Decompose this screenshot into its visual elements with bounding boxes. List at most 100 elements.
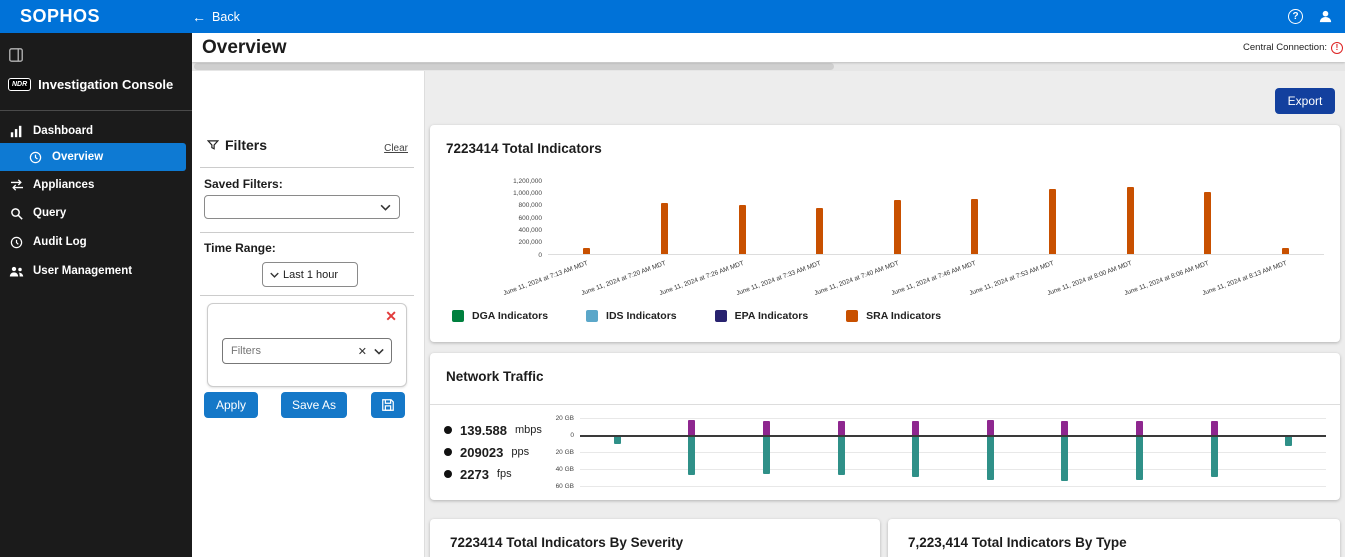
legend-swatch <box>715 310 727 322</box>
traffic-bar[interactable] <box>763 437 770 474</box>
y-tick-label: 600,000 <box>519 215 543 222</box>
filter-criteria-card: ✕ ✕ <box>207 303 407 387</box>
charts-area: Export 7223414 Total Indicators 1,200,00… <box>425 71 1345 557</box>
y-tick-label: 0 <box>570 432 574 439</box>
legend-label: SRA Indicators <box>866 310 941 322</box>
sidebar-item-dashboard[interactable]: Dashboard <box>0 117 192 145</box>
scrollbar-thumb[interactable] <box>194 63 834 70</box>
x-tick-label: June 11, 2024 at 7:20 AM MDT <box>580 260 666 297</box>
network-stats: 139.588 mbps 209023 pps 2273 fps <box>444 419 542 485</box>
page-header: Overview Central Connection: ! <box>192 33 1345 62</box>
user-account-icon[interactable] <box>1318 9 1333 24</box>
indicators-by-type-card: 7,223,414 Total Indicators By Type <box>888 519 1340 557</box>
legend-item[interactable]: IDS Indicators <box>586 310 677 322</box>
topbar-actions: ? <box>1288 9 1333 24</box>
sidebar-item-label: Dashboard <box>33 125 93 137</box>
traffic-bar[interactable] <box>688 437 695 475</box>
traffic-bar[interactable] <box>838 437 845 475</box>
indicator-bar[interactable] <box>971 199 978 255</box>
stat-unit: fps <box>497 468 512 480</box>
indicator-bar[interactable] <box>661 203 668 254</box>
funnel-icon <box>207 139 219 151</box>
indicators-by-severity-card: 7223414 Total Indicators By Severity <box>430 519 880 557</box>
indicators-y-axis: 1,200,0001,000,000800,000600,000400,0002… <box>488 181 542 255</box>
bar-chart-icon <box>9 125 24 138</box>
indicator-bar[interactable] <box>583 248 590 254</box>
export-button[interactable]: Export <box>1275 88 1335 114</box>
history-clock-icon <box>9 236 24 249</box>
stat-value: 2273 <box>460 467 489 482</box>
page-title: Overview <box>202 37 287 59</box>
indicator-bar[interactable] <box>1049 189 1056 254</box>
indicators-x-axis: June 11, 2024 at 7:13 AM MDTJune 11, 202… <box>548 257 1324 303</box>
remove-criteria-icon[interactable]: ✕ <box>385 308 397 325</box>
traffic-bar[interactable] <box>1061 437 1068 481</box>
saved-filters-dropdown[interactable] <box>204 195 400 219</box>
traffic-bar[interactable] <box>1136 437 1143 480</box>
y-tick-label: 60 GB <box>556 483 574 490</box>
back-button[interactable]: ← Back <box>192 9 240 25</box>
gridline <box>580 486 1326 487</box>
sidebar-item-audit-log[interactable]: Audit Log <box>0 228 192 256</box>
traffic-bar[interactable] <box>838 421 845 435</box>
collapse-sidebar-icon[interactable] <box>8 47 24 68</box>
network-y-axis: 20 GB020 GB40 GB60 GB <box>538 418 574 490</box>
help-icon[interactable]: ? <box>1288 9 1303 24</box>
filters-title: Filters <box>225 137 267 153</box>
traffic-bar[interactable] <box>688 420 695 435</box>
traffic-bar[interactable] <box>912 437 919 477</box>
sidebar-item-label: Query <box>33 207 66 219</box>
sidebar-item-query[interactable]: Query <box>0 199 192 227</box>
indicator-bar[interactable] <box>1282 248 1289 254</box>
chevron-down-icon[interactable] <box>374 348 384 355</box>
stat-row: 139.588 mbps <box>444 419 542 441</box>
divider <box>200 295 414 296</box>
traffic-bar[interactable] <box>763 421 770 435</box>
legend-item[interactable]: SRA Indicators <box>846 310 941 322</box>
time-range-dropdown[interactable]: Last 1 hour <box>262 262 358 287</box>
y-tick-label: 1,200,000 <box>513 178 542 185</box>
save-as-button[interactable]: Save As <box>281 392 347 418</box>
traffic-bar[interactable] <box>912 421 919 435</box>
x-tick-label: June 11, 2024 at 7:13 AM MDT <box>503 260 589 297</box>
traffic-bar[interactable] <box>987 437 994 480</box>
warning-icon[interactable]: ! <box>1331 42 1343 54</box>
clear-filters-link[interactable]: Clear <box>384 143 408 154</box>
traffic-bar[interactable] <box>1061 421 1068 435</box>
clear-input-icon[interactable]: ✕ <box>358 345 367 358</box>
sidebar-item-user-management[interactable]: User Management <box>0 257 192 285</box>
ndr-badge: NDR <box>8 78 31 91</box>
indicator-bar[interactable] <box>816 208 823 254</box>
gridline <box>580 418 1326 419</box>
horizontal-scrollbar[interactable] <box>192 62 1345 71</box>
save-filter-icon-button[interactable] <box>371 392 405 418</box>
traffic-bar[interactable] <box>1211 421 1218 435</box>
sidebar: NDR Investigation Console Dashboard Over… <box>0 33 192 557</box>
divider <box>200 167 414 168</box>
indicator-bar[interactable] <box>1127 187 1134 254</box>
traffic-bar[interactable] <box>987 420 994 435</box>
traffic-bar[interactable] <box>1285 437 1292 446</box>
back-arrow-icon: ← <box>192 9 206 25</box>
saved-filters-label: Saved Filters: <box>204 177 283 191</box>
legend-item[interactable]: DGA Indicators <box>452 310 548 322</box>
traffic-bar[interactable] <box>1136 421 1143 435</box>
apply-button[interactable]: Apply <box>204 392 258 418</box>
indicator-bar[interactable] <box>739 205 746 254</box>
traffic-bar[interactable] <box>614 437 621 444</box>
traffic-bar[interactable] <box>1211 437 1218 477</box>
chevron-down-icon <box>380 204 391 211</box>
indicator-bar[interactable] <box>1204 192 1211 254</box>
y-tick-label: 200,000 <box>519 239 543 246</box>
indicator-bar[interactable] <box>894 200 901 254</box>
central-connection-status: Central Connection: ! <box>1243 42 1343 54</box>
chevron-down-icon <box>270 272 279 278</box>
sidebar-item-appliances[interactable]: Appliances <box>0 171 192 199</box>
filter-criteria-field: ✕ <box>222 338 392 364</box>
sidebar-item-label: Appliances <box>33 179 94 191</box>
y-tick-label: 0 <box>538 252 542 259</box>
legend-item[interactable]: EPA Indicators <box>715 310 809 322</box>
sidebar-item-overview[interactable]: Overview <box>0 143 186 171</box>
sidebar-item-label: User Management <box>33 265 132 277</box>
filter-criteria-input[interactable] <box>223 345 358 357</box>
